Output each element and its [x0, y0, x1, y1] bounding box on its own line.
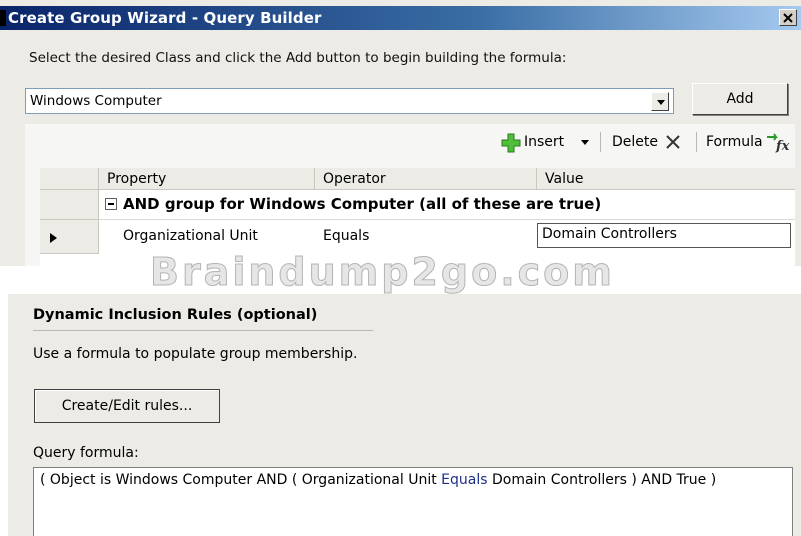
- delete-x-icon: [666, 135, 680, 149]
- row-header[interactable]: [40, 220, 99, 254]
- toolbar-separator: [696, 132, 697, 152]
- create-edit-rules-button[interactable]: Create/Edit rules...: [34, 389, 220, 423]
- formula-icon: fx: [767, 133, 790, 153]
- collapse-icon[interactable]: [105, 198, 117, 210]
- column-header-label: Value: [545, 171, 584, 187]
- dynamic-inclusion-panel: Dynamic Inclusion Rules (optional) Use a…: [8, 294, 801, 536]
- and-group-row[interactable]: AND group for Windows Computer (all of t…: [99, 190, 795, 220]
- class-dropdown-button[interactable]: [651, 92, 669, 111]
- formula-label: Formula: [706, 134, 763, 150]
- column-header-label: Operator: [323, 171, 386, 187]
- condition-property[interactable]: Organizational Unit: [123, 228, 258, 244]
- query-formula-label: Query formula:: [33, 445, 139, 461]
- watermark-band: Braindump2go.com: [0, 250, 801, 295]
- table-row[interactable]: Organizational Unit Equals Domain Contro…: [99, 220, 795, 252]
- toolbar-separator: [600, 132, 601, 152]
- title-bar-edge: [0, 10, 6, 26]
- create-edit-rules-label: Create/Edit rules...: [61, 398, 193, 414]
- column-header-operator[interactable]: Operator: [315, 168, 537, 190]
- svg-text:fx: fx: [775, 139, 790, 153]
- chevron-down-icon: [581, 140, 589, 145]
- group-label: AND group for Windows Computer (all of t…: [123, 195, 602, 213]
- section-title: Dynamic Inclusion Rules (optional): [33, 307, 318, 323]
- watermark: Braindump2go.com: [150, 250, 615, 295]
- insert-label: Insert: [524, 134, 565, 150]
- delete-button[interactable]: Delete: [604, 128, 690, 156]
- title-bar: Create Group Wizard - Query Builder: [0, 6, 801, 30]
- query-formula-field[interactable]: ( Object is Windows Computer AND ( Organ…: [33, 467, 793, 536]
- formula-part: ( Object is Windows Computer AND ( Organ…: [40, 472, 442, 488]
- current-row-arrow-icon: [50, 233, 57, 243]
- window-title: Create Group Wizard - Query Builder: [8, 9, 322, 27]
- add-button[interactable]: Add: [692, 83, 788, 115]
- condition-value: Domain Controllers: [542, 226, 677, 242]
- instruction-text: Select the desired Class and click the A…: [29, 50, 567, 66]
- column-header-property[interactable]: Property: [99, 168, 315, 190]
- formula-keyword: Equals: [441, 472, 488, 488]
- delete-label: Delete: [612, 134, 658, 150]
- grid-corner-header: [40, 168, 99, 190]
- query-toolbar: Insert Delete Formula fx: [496, 128, 796, 156]
- close-button[interactable]: [779, 9, 797, 26]
- chevron-down-icon: [657, 100, 665, 105]
- section-description: Use a formula to populate group membersh…: [33, 346, 358, 362]
- query-formula-text: ( Object is Windows Computer AND ( Organ…: [40, 472, 716, 488]
- column-header-label: Property: [107, 171, 167, 187]
- plus-icon: [501, 133, 521, 153]
- class-select[interactable]: Windows Computer: [25, 88, 674, 114]
- class-select-value: Windows Computer: [30, 93, 162, 109]
- query-builder-panel: Create Group Wizard - Query Builder Sele…: [0, 0, 801, 266]
- condition-value-input[interactable]: Domain Controllers: [537, 223, 791, 248]
- row-header[interactable]: [40, 190, 99, 220]
- formula-button[interactable]: Formula fx: [702, 128, 794, 156]
- condition-operator[interactable]: Equals: [323, 228, 369, 244]
- insert-dropdown-button[interactable]: [576, 128, 594, 156]
- column-header-value[interactable]: Value: [537, 168, 795, 190]
- formula-part: Domain Controllers ) AND True ): [487, 472, 717, 488]
- add-button-label: Add: [726, 91, 754, 107]
- section-divider: [33, 330, 373, 331]
- close-icon: [783, 13, 793, 23]
